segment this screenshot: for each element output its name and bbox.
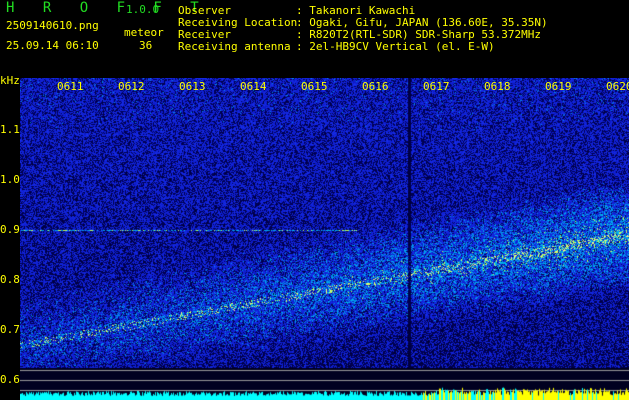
- y-axis-unit: kHz: [0, 74, 20, 87]
- meteor-count: 36: [139, 39, 153, 52]
- x-tick-label: 0617: [423, 80, 450, 93]
- app-version: 1.0.0: [126, 3, 160, 16]
- x-tick-label: 0616: [362, 80, 389, 93]
- y-tick-label: 0.9: [0, 223, 20, 236]
- spectrogram: [20, 78, 629, 400]
- info-antenna: Receiving antenna: 2el-HB9CV Vertical (e…: [178, 40, 495, 53]
- x-tick-label: 0614: [240, 80, 267, 93]
- y-tick-label: 1.0: [0, 173, 20, 186]
- y-tick-label: 0.7: [0, 323, 20, 336]
- x-tick-label: 0613: [179, 80, 206, 93]
- x-tick-label: 0611: [57, 80, 84, 93]
- y-tick-label: 1.1: [0, 123, 20, 136]
- y-tick-label: 0.6: [0, 373, 20, 386]
- filename: 2509140610.png: [6, 19, 99, 32]
- meteor-label: meteor: [124, 26, 164, 39]
- x-tick-label: 0615: [301, 80, 328, 93]
- y-tick-label: 0.8: [0, 273, 20, 286]
- x-tick-label: 0612: [118, 80, 145, 93]
- x-tick-label: 0618: [484, 80, 511, 93]
- x-tick-label: 0619: [545, 80, 572, 93]
- datetime: 25.09.14 06:10: [6, 39, 99, 52]
- x-tick-label: 0620: [606, 80, 629, 93]
